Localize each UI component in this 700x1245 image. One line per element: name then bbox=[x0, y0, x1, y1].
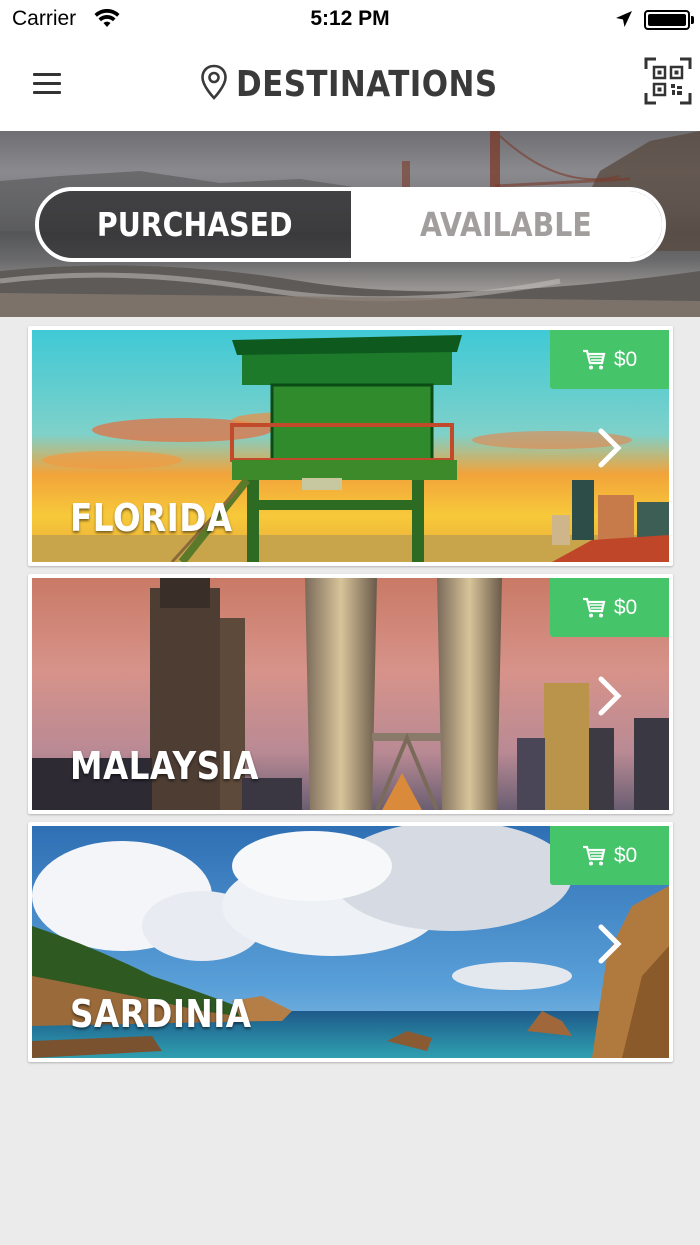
cart-icon bbox=[582, 597, 606, 617]
qr-code-icon[interactable] bbox=[644, 57, 692, 105]
destination-name: SARDINIA bbox=[70, 992, 252, 1036]
cart-icon bbox=[582, 349, 606, 369]
tab-purchased-label: PURCHASED bbox=[96, 205, 293, 244]
tab-available[interactable]: AVAILABLE bbox=[350, 191, 662, 258]
price-badge[interactable]: $0 bbox=[550, 826, 669, 885]
price-label: $0 bbox=[613, 595, 638, 619]
price-badge[interactable]: $0 bbox=[550, 578, 669, 637]
destination-name: FLORIDA bbox=[70, 496, 233, 540]
price-badge[interactable]: $0 bbox=[550, 330, 669, 389]
status-bar: Carrier 5:12 PM bbox=[0, 0, 700, 40]
nav-bar: DESTINATIONS bbox=[0, 40, 700, 131]
price-label: $0 bbox=[613, 347, 638, 371]
hero-banner: PURCHASED AVAILABLE bbox=[0, 131, 700, 317]
page-title-wrap: DESTINATIONS bbox=[0, 64, 700, 105]
price-label: $0 bbox=[613, 843, 638, 867]
status-time: 5:12 PM bbox=[310, 7, 390, 30]
destination-image: $0 MALAYSIA bbox=[32, 578, 669, 810]
battery-tip bbox=[691, 16, 694, 24]
destination-name: MALAYSIA bbox=[70, 744, 259, 788]
destination-card-malaysia[interactable]: $0 MALAYSIA bbox=[28, 574, 673, 814]
destination-image: $0 SARDINIA bbox=[32, 826, 669, 1058]
battery-icon bbox=[644, 10, 690, 30]
cart-icon bbox=[582, 845, 606, 865]
location-arrow-icon bbox=[614, 9, 634, 34]
segmented-control: PURCHASED AVAILABLE bbox=[35, 187, 666, 262]
destination-list: $0 FLORIDA $0 MALAYSIA $0 SARDINIA bbox=[28, 326, 673, 1070]
destination-image: $0 FLORIDA bbox=[32, 330, 669, 562]
tab-purchased[interactable]: PURCHASED bbox=[39, 191, 351, 258]
page-title: DESTINATIONS bbox=[235, 64, 498, 105]
destination-card-florida[interactable]: $0 FLORIDA bbox=[28, 326, 673, 566]
tab-available-label: AVAILABLE bbox=[420, 205, 593, 244]
destination-card-sardinia[interactable]: $0 SARDINIA bbox=[28, 822, 673, 1062]
map-pin-icon bbox=[200, 64, 228, 105]
